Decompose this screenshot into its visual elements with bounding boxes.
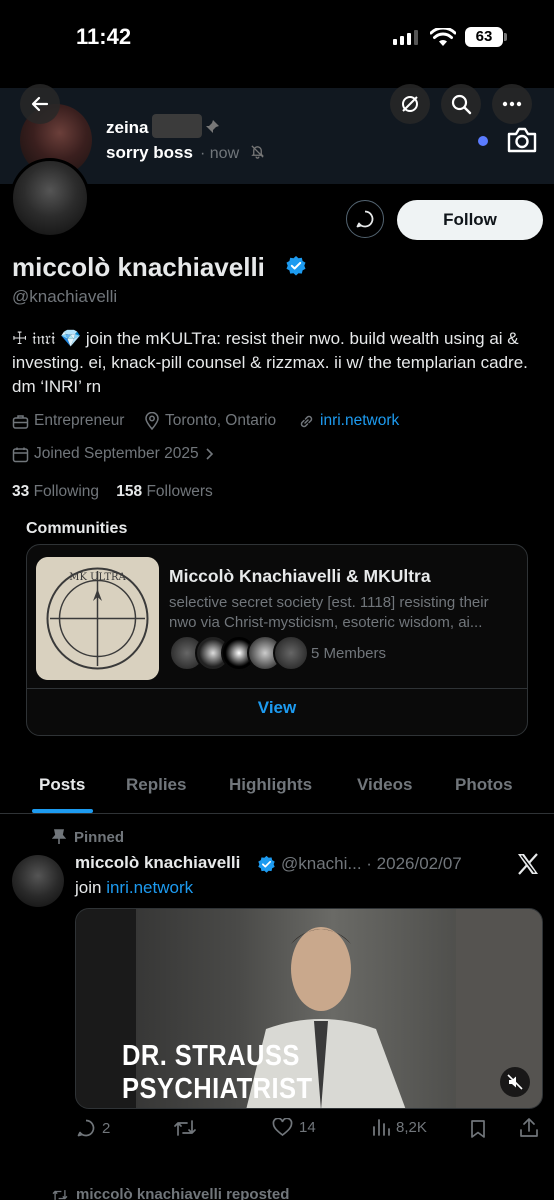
community-view-button[interactable]: View xyxy=(27,698,527,718)
search-icon xyxy=(451,94,472,115)
video-mute-button[interactable] xyxy=(500,1067,530,1097)
tab-highlights[interactable]: Highlights xyxy=(229,775,312,795)
repost-icon xyxy=(174,1120,196,1136)
member-avatar xyxy=(273,635,309,671)
briefcase-icon xyxy=(12,414,29,429)
pin-icon xyxy=(52,829,66,844)
profile-avatar[interactable] xyxy=(10,158,90,238)
battery-cap xyxy=(504,33,507,41)
profile-website[interactable]: inri.network xyxy=(298,412,399,430)
x-logo-icon[interactable] xyxy=(515,851,541,877)
link-icon xyxy=(300,415,313,427)
redaction-scribble xyxy=(152,114,202,138)
speaker-muted-icon xyxy=(507,1074,523,1090)
calendar-icon xyxy=(12,447,29,462)
member-count: 5 Members xyxy=(311,645,387,662)
tab-posts[interactable]: Posts xyxy=(39,775,85,795)
back-button[interactable] xyxy=(20,84,60,124)
display-name: miccolò knachiavelli xyxy=(12,252,265,282)
location-pin-icon xyxy=(145,412,159,430)
profile-joined[interactable]: Joined September 2025 xyxy=(12,445,214,463)
views-chart-icon xyxy=(373,1119,390,1136)
tab-videos[interactable]: Videos xyxy=(357,775,412,795)
muted-bell-icon xyxy=(251,145,264,159)
post-handle-date: @knachi... · 2026/02/07 xyxy=(281,854,462,873)
member-avatars xyxy=(169,635,309,671)
share-icon[interactable] xyxy=(519,1117,539,1139)
profile-category: Entrepreneur xyxy=(12,412,124,430)
message-button[interactable] xyxy=(346,200,384,238)
reposted-label: miccolò knachiavelli reposted xyxy=(76,1186,290,1200)
community-description: selective secret society [est. 1118] res… xyxy=(169,594,489,631)
followers-link[interactable]: 158 Followers xyxy=(116,483,213,500)
bio-emblem: ☩ 𝔦𝔫𝔯𝔦 💎 xyxy=(12,329,82,348)
following-link[interactable]: 33 Following xyxy=(12,483,99,500)
repost-icon xyxy=(52,1190,68,1200)
profile-handle: @knachiavelli xyxy=(12,287,118,306)
more-options-button[interactable] xyxy=(492,84,532,124)
notifications-off-icon xyxy=(402,96,418,112)
post-author-avatar[interactable] xyxy=(12,855,64,907)
community-name[interactable]: Miccolò Knachiavelli & MKUltra xyxy=(169,566,431,587)
reply-icon xyxy=(77,1119,95,1137)
chat-time: · now xyxy=(200,145,240,162)
wifi-icon xyxy=(430,28,456,46)
post-link[interactable]: inri.network xyxy=(106,878,193,897)
follow-button[interactable]: Follow xyxy=(397,200,543,240)
post-text: join inri.network xyxy=(75,878,194,897)
mute-notifications-button[interactable] xyxy=(390,84,430,124)
community-divider xyxy=(27,688,527,689)
profile-bio: ☩ 𝔦𝔫𝔯𝔦 💎 join the mKULTra: resist their … xyxy=(12,327,542,399)
pinned-label: Pinned xyxy=(74,829,125,846)
cellular-signal-icon xyxy=(393,30,418,45)
tab-photos[interactable]: Photos xyxy=(455,775,513,795)
heart-icon xyxy=(272,1118,293,1137)
chat-bubble-icon xyxy=(356,210,374,228)
bookmark-icon[interactable] xyxy=(469,1119,487,1139)
video-caption: DR. STRAUSS PSYCHIATRIST xyxy=(122,1040,313,1105)
repost-button[interactable] xyxy=(173,1118,197,1138)
unread-dot xyxy=(478,136,488,146)
tab-replies[interactable]: Replies xyxy=(126,775,186,795)
follow-counts: 33 Following 158 Followers xyxy=(12,483,213,501)
more-dots-icon xyxy=(502,101,522,107)
chevron-right-icon xyxy=(206,448,213,460)
arrow-left-icon xyxy=(31,96,49,112)
verified-badge-icon xyxy=(258,855,275,873)
reply-button[interactable]: 2 xyxy=(76,1118,110,1138)
bio-text: join the mKULTra: resist their nwo. buil… xyxy=(12,329,528,396)
camera-icon[interactable] xyxy=(506,126,538,154)
battery-indicator: 63 xyxy=(465,27,503,47)
verified-badge-icon[interactable] xyxy=(285,255,307,277)
pin-icon xyxy=(206,120,219,133)
communities-heading: Communities xyxy=(26,520,128,537)
community-seal-image[interactable]: MK ULTRA xyxy=(36,557,159,680)
views-button[interactable]: 8,2K xyxy=(372,1118,427,1136)
like-button[interactable]: 14 xyxy=(272,1118,316,1137)
seal-text: MK ULTRA xyxy=(69,572,126,583)
search-button[interactable] xyxy=(441,84,481,124)
profile-location: Toronto, Ontario xyxy=(144,412,276,430)
status-time: 11:42 xyxy=(76,24,132,49)
chat-message[interactable]: sorry boss xyxy=(106,143,193,163)
tabs-divider xyxy=(0,813,554,814)
post-author-name[interactable]: miccolò knachiavelli xyxy=(75,853,240,873)
chat-contact-name: zeina xyxy=(106,118,149,137)
